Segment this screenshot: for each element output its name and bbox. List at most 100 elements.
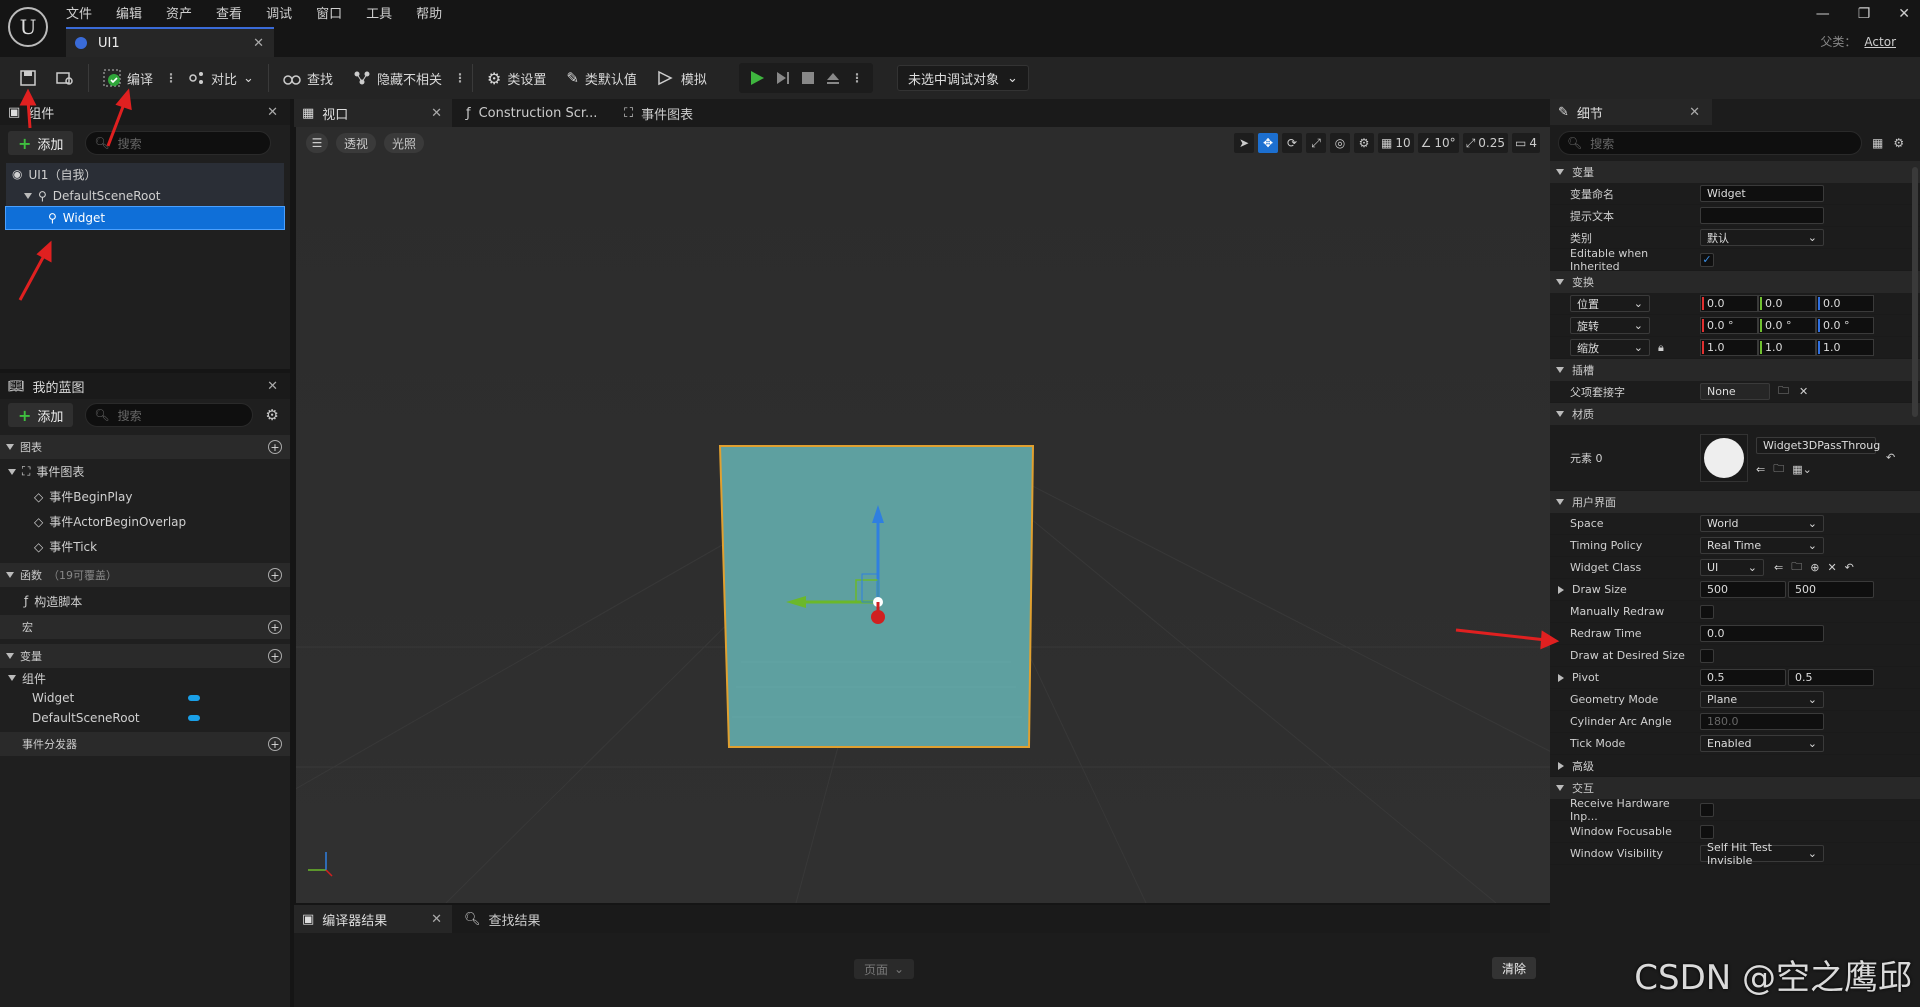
variable-name-input[interactable]: Widget	[1700, 185, 1824, 202]
use-selected-icon[interactable]: ⇐	[1774, 561, 1783, 574]
receive-hardware-checkbox[interactable]	[1700, 802, 1714, 817]
find-button[interactable]: 查找	[275, 62, 341, 94]
eject-icon[interactable]	[825, 70, 841, 86]
section-transform[interactable]: 变换	[1550, 271, 1920, 293]
tree-item-self[interactable]: ◉ UI1（自我）	[6, 163, 284, 185]
close-panel-icon[interactable]: ✕	[267, 105, 278, 120]
debug-object-select[interactable]: 未选中调试对象 ⌄	[896, 65, 1029, 91]
window-visibility-select[interactable]: Self Hit Test Invisible ⌄	[1700, 841, 1824, 867]
add-function-icon[interactable]: +	[268, 568, 282, 582]
details-tab[interactable]: ✎ 细节 ✕	[1550, 99, 1712, 125]
section-materials[interactable]: 材质	[1550, 403, 1920, 425]
rotation-snap-button[interactable]: ∠ 10°	[1417, 133, 1459, 153]
close-tab-icon[interactable]: ✕	[253, 36, 264, 51]
reset-icon[interactable]: ↶	[1845, 561, 1854, 574]
rotate-mode-icon[interactable]: ⟳	[1282, 133, 1303, 153]
components-category[interactable]: 组件	[0, 668, 290, 688]
expand-icon[interactable]	[1558, 673, 1564, 682]
rotation-y[interactable]: 0.0 °	[1758, 317, 1816, 334]
camera-speed-button[interactable]: ▭ 4	[1512, 133, 1540, 153]
more-options-icon[interactable]: ⋮	[454, 71, 466, 85]
rotation-z[interactable]: 0.0 °	[1816, 317, 1874, 334]
timing-policy-select[interactable]: Real Time ⌄	[1700, 537, 1824, 554]
row-advanced[interactable]: 高级	[1550, 755, 1920, 777]
simulate-button[interactable]: 模拟	[649, 62, 715, 94]
pivot-y[interactable]: 0.5	[1788, 669, 1874, 686]
scale-z[interactable]: 1.0	[1816, 339, 1874, 356]
draw-desired-checkbox[interactable]	[1700, 648, 1714, 663]
tab-construction-script[interactable]: ƒ Construction Scr...	[452, 99, 610, 127]
add-variable-icon[interactable]: +	[268, 649, 282, 663]
menu-debug[interactable]: 调试	[266, 3, 292, 22]
surface-snap-icon[interactable]: ⚙	[1354, 133, 1375, 153]
section-socket[interactable]: 插槽	[1550, 359, 1920, 381]
document-tab[interactable]: UI1 ✕	[66, 27, 274, 57]
lock-icon[interactable]: 🔒︎	[1658, 341, 1664, 355]
add-dispatcher-icon[interactable]: +	[268, 737, 282, 751]
clear-icon[interactable]: ✕	[1827, 561, 1836, 574]
menu-view[interactable]: 查看	[216, 3, 242, 22]
add-macro-icon[interactable]: +	[268, 620, 282, 634]
menu-help[interactable]: 帮助	[416, 3, 442, 22]
expand-icon[interactable]	[1558, 761, 1564, 770]
variable-item[interactable]: Widget	[0, 688, 290, 708]
variable-item[interactable]: DefaultSceneRoot	[0, 708, 290, 728]
draw-size-y[interactable]: 500	[1788, 581, 1874, 598]
components-search-input[interactable]: 🔍︎ 搜索	[85, 131, 272, 155]
redraw-time-input[interactable]: 0.0	[1700, 625, 1824, 642]
menu-tools[interactable]: 工具	[366, 3, 392, 22]
class-defaults-button[interactable]: ✎ 类默认值	[558, 62, 645, 94]
rotation-x[interactable]: 0.0 °	[1700, 317, 1758, 334]
add-graph-icon[interactable]: +	[268, 440, 282, 454]
clear-button[interactable]: 清除	[1491, 957, 1536, 979]
compile-button[interactable]: 编译	[95, 62, 161, 94]
reset-icon[interactable]: ↶	[1886, 451, 1895, 464]
location-y[interactable]: 0.0	[1758, 295, 1816, 312]
add-icon[interactable]: ⊕	[1810, 561, 1819, 574]
stop-icon[interactable]	[801, 71, 815, 85]
event-item[interactable]: ◇ 事件Tick	[0, 534, 290, 559]
tooltip-input[interactable]	[1700, 207, 1824, 224]
tick-mode-select[interactable]: Enabled ⌄	[1700, 735, 1824, 752]
save-button[interactable]	[12, 62, 44, 94]
scale-x[interactable]: 1.0	[1700, 339, 1758, 356]
grid-snap-button[interactable]: ▦ 10	[1378, 133, 1414, 153]
rotation-mode-select[interactable]: 旋转 ⌄	[1570, 317, 1650, 334]
minimize-icon[interactable]: —	[1816, 6, 1830, 22]
close-tab-icon[interactable]: ✕	[431, 912, 442, 927]
hide-unrelated-button[interactable]: 隐藏不相关	[345, 62, 450, 94]
menu-asset[interactable]: 资产	[166, 3, 192, 22]
expand-icon[interactable]	[1558, 585, 1564, 594]
graphs-section[interactable]: 图表 +	[0, 435, 290, 459]
my-blueprint-tab[interactable]: 📖︎ 我的蓝图 ✕	[0, 373, 290, 399]
close-panel-icon[interactable]: ✕	[1689, 105, 1700, 120]
tree-item-widget[interactable]: ⚲ Widget	[5, 206, 285, 230]
tab-find-results[interactable]: 🔍︎ 查找结果	[452, 905, 572, 933]
menu-edit[interactable]: 编辑	[116, 3, 142, 22]
scale-mode-select[interactable]: 缩放 ⌄	[1570, 339, 1650, 356]
options-icon[interactable]: ▦⌄	[1792, 463, 1812, 476]
compile-options-icon[interactable]: ⋮	[165, 71, 177, 85]
scale-snap-button[interactable]: ⤢ 0.25	[1462, 133, 1509, 153]
unreal-logo-icon[interactable]: U	[8, 7, 48, 47]
material-asset-picker[interactable]: Widget3DPassThroug	[1756, 436, 1880, 454]
browse-icon[interactable]: 🗀	[1773, 460, 1784, 479]
location-z[interactable]: 0.0	[1816, 295, 1874, 312]
widget-class-select[interactable]: UI ⌄	[1700, 559, 1764, 576]
macros-section[interactable]: 宏 +	[0, 615, 290, 639]
gear-icon[interactable]: ⚙	[1893, 136, 1904, 150]
close-panel-icon[interactable]: ✕	[267, 379, 278, 394]
perspective-button[interactable]: 透视	[336, 133, 377, 153]
play-icon[interactable]	[749, 70, 765, 86]
pivot-x[interactable]: 0.5	[1700, 669, 1786, 686]
section-variable[interactable]: 变量	[1550, 161, 1920, 183]
material-thumbnail[interactable]	[1700, 433, 1748, 482]
browse-button[interactable]	[48, 62, 82, 94]
functions-section[interactable]: 函数 （19可覆盖） +	[0, 563, 290, 587]
table-view-icon[interactable]: ▦	[1872, 136, 1883, 150]
tree-item-defaultsceneroot[interactable]: ⚲ DefaultSceneRoot	[6, 185, 284, 207]
viewport-menu-button[interactable]: ☰	[306, 133, 328, 153]
event-graph-item[interactable]: ⛶ 事件图表	[0, 459, 290, 484]
add-member-button[interactable]: + 添加	[8, 403, 74, 427]
clear-icon[interactable]: ✕	[1799, 385, 1808, 398]
